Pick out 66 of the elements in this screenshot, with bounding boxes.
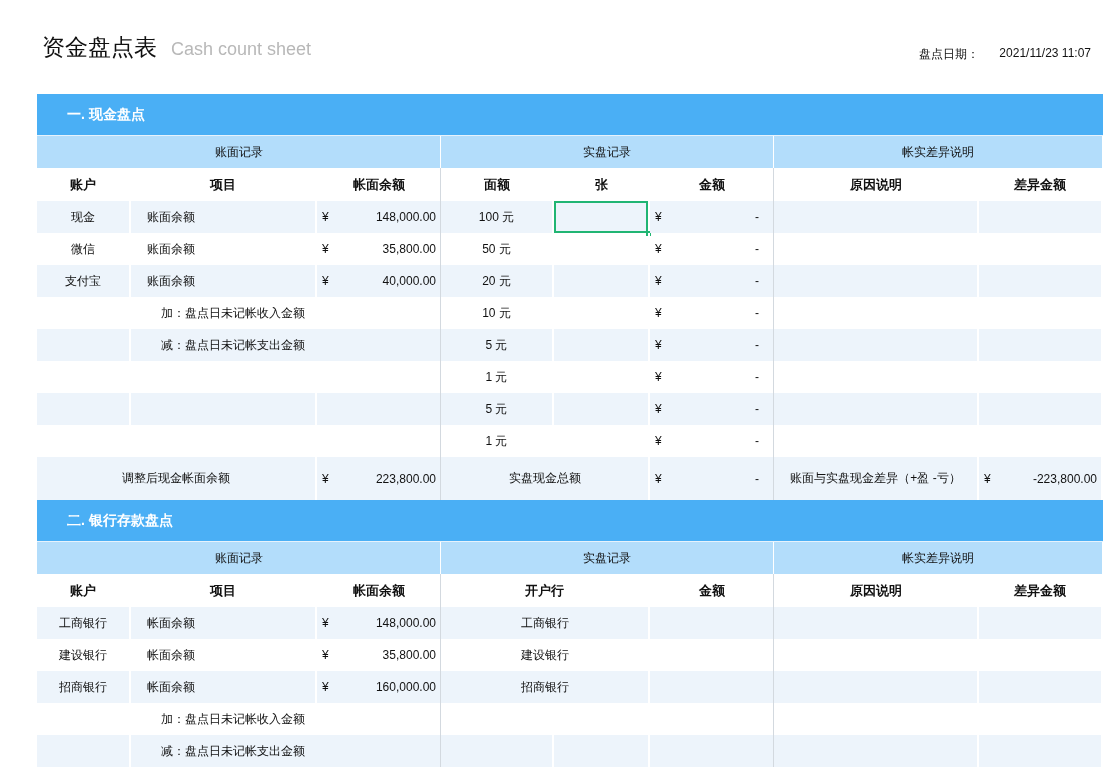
total-count-label: 实盘现金总额 bbox=[441, 457, 650, 500]
balance-amount: 160,000.00 bbox=[375, 680, 436, 694]
section-title: 一. 现金盘点 bbox=[37, 94, 1103, 136]
currency-symbol: ¥ bbox=[655, 471, 662, 486]
currency-symbol: ¥ bbox=[655, 306, 662, 320]
table-cell: 工商银行 bbox=[441, 607, 650, 639]
amount-value: - bbox=[755, 402, 760, 416]
table-cell: 帐面余额 bbox=[131, 607, 317, 639]
total-balance: 223,800.00 bbox=[375, 471, 436, 486]
section-title: 二. 银行存款盘点 bbox=[37, 500, 1103, 542]
currency-symbol: ¥ bbox=[655, 338, 662, 352]
balance-amount: 35,800.00 bbox=[382, 242, 436, 256]
group-header: 账面记录 bbox=[37, 542, 441, 574]
total-amount: - bbox=[755, 471, 760, 486]
currency-symbol: ¥ bbox=[655, 370, 662, 384]
currency-symbol: ¥ bbox=[655, 402, 662, 416]
table-cell: 支付宝 bbox=[37, 265, 131, 297]
currency-symbol: ¥ bbox=[322, 274, 329, 288]
amount-value: - bbox=[755, 306, 760, 320]
sheet-title: 资金盘点表 bbox=[42, 33, 157, 62]
currency-symbol: ¥ bbox=[322, 616, 329, 630]
currency-symbol: ¥ bbox=[322, 680, 329, 694]
balance-amount: 148,000.00 bbox=[375, 616, 436, 630]
amount-value: - bbox=[755, 274, 760, 288]
table-cell: 20 元 bbox=[441, 265, 554, 297]
balance-amount: 148,000.00 bbox=[375, 210, 436, 224]
currency-symbol: ¥ bbox=[655, 434, 662, 448]
difference-label: 账面与实盘现金差异（+盈 -亏） bbox=[774, 457, 979, 500]
group-header: 帐实差异说明 bbox=[774, 136, 1103, 168]
currency-symbol: ¥ bbox=[655, 274, 662, 288]
difference-amount: -223,800.00 bbox=[1032, 471, 1097, 486]
balance-amount: 40,000.00 bbox=[382, 274, 436, 288]
date-value: 2021/11/23 11:07 bbox=[999, 46, 1091, 62]
table-cell: 减：盘点日未记帐支出金额 bbox=[131, 735, 441, 767]
group-header: 实盘记录 bbox=[441, 136, 774, 168]
table-cell: 工商银行 bbox=[37, 607, 131, 639]
amount-value: - bbox=[755, 434, 760, 448]
table-cell: 减：盘点日未记帐支出金额 bbox=[131, 329, 441, 361]
table-cell: 帐面余额 bbox=[131, 671, 317, 703]
group-header: 账面记录 bbox=[37, 136, 441, 168]
currency-symbol: ¥ bbox=[655, 210, 662, 224]
currency-symbol: ¥ bbox=[322, 471, 329, 486]
amount-value: - bbox=[755, 210, 760, 224]
currency-symbol: ¥ bbox=[322, 242, 329, 256]
currency-symbol: ¥ bbox=[655, 242, 662, 256]
currency-symbol: ¥ bbox=[322, 210, 329, 224]
table-cell: 账面余额 bbox=[131, 201, 317, 233]
amount-value: - bbox=[755, 242, 760, 256]
currency-symbol: ¥ bbox=[984, 471, 991, 486]
amount-value: - bbox=[755, 338, 760, 352]
group-header: 帐实差异说明 bbox=[774, 542, 1103, 574]
table-cell: 100 元 bbox=[441, 201, 554, 233]
balance-amount: 35,800.00 bbox=[382, 648, 436, 662]
group-header: 实盘记录 bbox=[441, 542, 774, 574]
amount-value: - bbox=[755, 370, 760, 384]
table-cell: 招商银行 bbox=[37, 671, 131, 703]
table-cell: 账面余额 bbox=[131, 265, 317, 297]
table-cell: 招商银行 bbox=[441, 671, 650, 703]
count-cell[interactable] bbox=[554, 201, 650, 233]
table-cell: 现金 bbox=[37, 201, 131, 233]
table-cell: 5 元 bbox=[441, 393, 554, 425]
sheet-subtitle: Cash count sheet bbox=[171, 39, 312, 60]
date-label: 盘点日期： bbox=[919, 46, 980, 63]
total-label: 调整后现金帐面余额 bbox=[37, 457, 317, 500]
table-cell: 5 元 bbox=[441, 329, 554, 361]
currency-symbol: ¥ bbox=[322, 648, 329, 662]
